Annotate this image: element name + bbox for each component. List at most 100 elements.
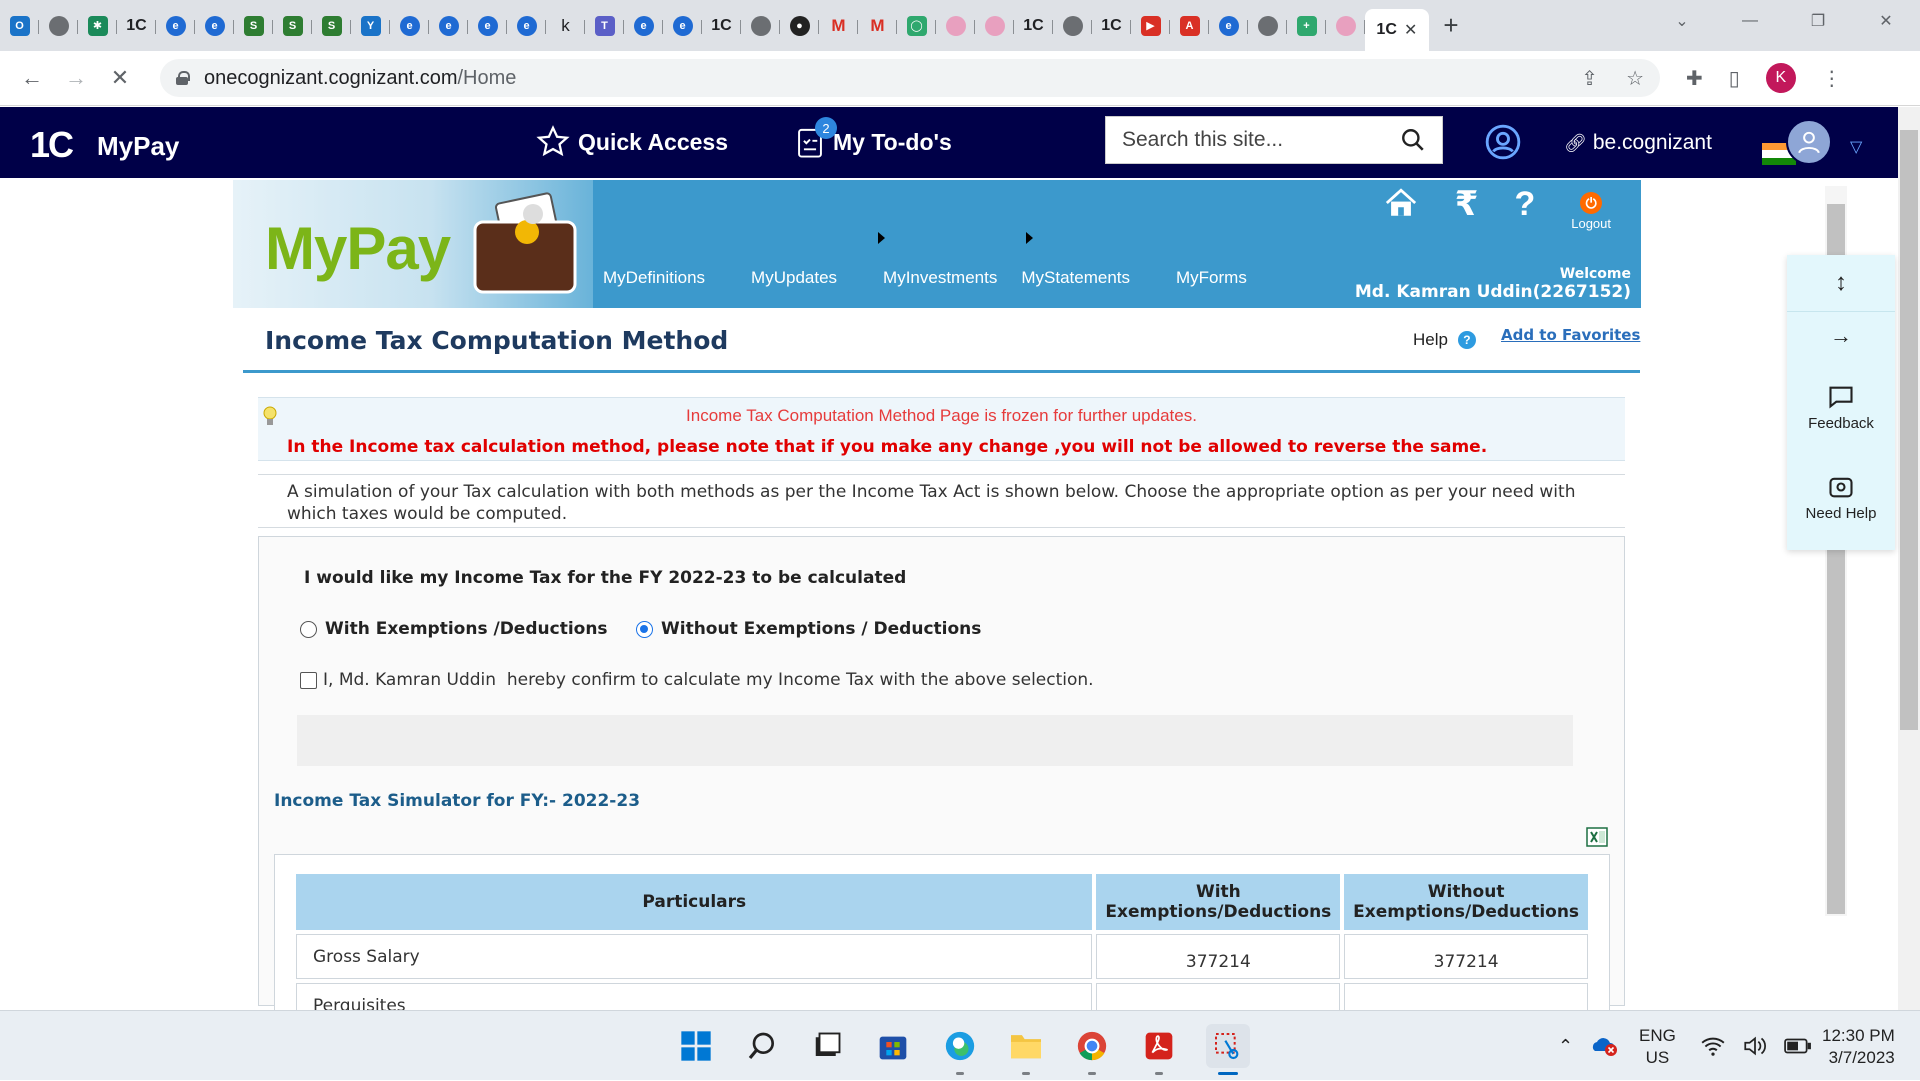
tab[interactable]	[975, 9, 1014, 43]
tab[interactable]: e	[156, 9, 195, 43]
tab[interactable]: e	[468, 9, 507, 43]
tab[interactable]: e	[507, 9, 546, 43]
radio-with-exemptions[interactable]	[300, 620, 317, 638]
search-icon[interactable]	[743, 1027, 781, 1065]
profile-avatar[interactable]: K	[1765, 63, 1796, 93]
onedrive-error-icon[interactable]	[1591, 1035, 1619, 1057]
side-panel-icon[interactable]: ▯	[1729, 66, 1740, 91]
tab[interactable]: Y	[351, 9, 390, 43]
tab[interactable]	[1248, 9, 1287, 43]
file-explorer-icon[interactable]	[1007, 1027, 1045, 1075]
home-icon[interactable]	[1383, 186, 1419, 220]
resize-vertical-icon[interactable]: ↕	[1787, 269, 1895, 297]
rupee-icon[interactable]: ₹	[1455, 186, 1479, 222]
tab[interactable]: A	[1170, 9, 1209, 43]
add-to-favorites-link[interactable]: Add to Favorites	[1501, 326, 1640, 344]
tab[interactable]: M	[819, 9, 858, 43]
menu-my-updates[interactable]: MyUpdates	[751, 268, 837, 288]
active-tab[interactable]: 1C ✕	[1365, 9, 1429, 51]
tab[interactable]: +	[1287, 9, 1326, 43]
tab[interactable]: e	[1209, 9, 1248, 43]
todo-button[interactable]: 2 My To-do's	[795, 117, 952, 159]
lock-icon[interactable]	[176, 71, 190, 85]
bookmark-star-icon[interactable]: ☆	[1626, 66, 1644, 91]
tab[interactable]: e	[195, 9, 234, 43]
tab[interactable]: ▶	[1131, 9, 1170, 43]
user-search-icon[interactable]	[1484, 123, 1522, 161]
tab[interactable]: 1C	[117, 9, 156, 43]
tab[interactable]	[936, 9, 975, 43]
menu-kebab-icon[interactable]: ⋮	[1822, 66, 1842, 91]
volume-icon[interactable]	[1742, 1035, 1768, 1057]
chrome-icon[interactable]	[1073, 1027, 1111, 1075]
windows-start-icon[interactable]	[677, 1027, 715, 1065]
site-search-input[interactable]	[1122, 128, 1392, 152]
feedback-button[interactable]: Feedback	[1787, 383, 1895, 432]
close-window-icon[interactable]: ✕	[1852, 11, 1920, 31]
battery-icon[interactable]	[1784, 1037, 1812, 1055]
radio-without-exemptions[interactable]	[636, 620, 653, 638]
search-icon[interactable]	[1400, 127, 1426, 153]
need-help-button[interactable]: Need Help	[1787, 473, 1895, 522]
restore-icon[interactable]: ❐	[1784, 11, 1852, 31]
help-link[interactable]: Help ?	[1413, 330, 1476, 350]
help-question-icon[interactable]: ?	[1514, 186, 1535, 222]
stop-loading-icon[interactable]: ✕	[98, 65, 142, 91]
menu-my-statements[interactable]: MyStatements	[1021, 268, 1130, 288]
tab[interactable]: S	[273, 9, 312, 43]
tab-search-icon[interactable]: ⌄	[1648, 11, 1716, 31]
minimize-icon[interactable]: —	[1716, 12, 1784, 30]
page-scrollbar-thumb[interactable]	[1900, 130, 1918, 730]
confirm-checkbox[interactable]	[300, 671, 317, 689]
menu-my-forms[interactable]: MyForms	[1176, 268, 1247, 288]
tab[interactable]: k	[546, 9, 585, 43]
tab[interactable]: S	[234, 9, 273, 43]
tab[interactable]: e	[663, 9, 702, 43]
tab[interactable]	[1326, 9, 1365, 43]
tab[interactable]: O	[0, 9, 39, 43]
menu-my-investments[interactable]: MyInvestments	[883, 268, 997, 288]
onecognizant-logo[interactable]: 1C	[30, 124, 74, 166]
tab[interactable]: e	[624, 9, 663, 43]
chevron-up-icon[interactable]: ⌃	[1558, 1036, 1573, 1057]
task-view-icon[interactable]	[808, 1027, 846, 1065]
tab[interactable]: M	[858, 9, 897, 43]
language-indicator[interactable]: ENG US	[1639, 1025, 1676, 1069]
microsoft-store-icon[interactable]	[874, 1027, 912, 1065]
extensions-icon[interactable]: ✚	[1686, 66, 1703, 91]
tab[interactable]: e	[429, 9, 468, 43]
tab[interactable]: ●	[780, 9, 819, 43]
option-without-exemptions[interactable]: Without Exemptions / Deductions	[636, 619, 981, 639]
tab[interactable]: S	[312, 9, 351, 43]
system-clock[interactable]: 12:30 PM 3/7/2023	[1822, 1025, 1895, 1069]
tab[interactable]: 1C	[1092, 9, 1131, 43]
menu-my-definitions[interactable]: MyDefinitions	[603, 268, 705, 288]
share-icon[interactable]: ⇪	[1581, 66, 1598, 91]
tab[interactable]	[1053, 9, 1092, 43]
new-tab-button[interactable]: +	[1429, 10, 1473, 41]
close-tab-icon[interactable]: ✕	[1404, 20, 1417, 40]
tab[interactable]: ◯	[897, 9, 936, 43]
chevron-down-icon[interactable]: ▽	[1850, 137, 1862, 157]
tab[interactable]: 1C	[1014, 9, 1053, 43]
option-with-exemptions[interactable]: With Exemptions /Deductions	[300, 619, 608, 639]
tab[interactable]	[741, 9, 780, 43]
back-icon[interactable]: ←	[10, 65, 54, 91]
edge-browser-icon[interactable]	[941, 1027, 979, 1075]
tab[interactable]: T	[585, 9, 624, 43]
excel-export-icon[interactable]	[1585, 825, 1609, 849]
logout-button[interactable]: ⏻ Logout	[1571, 186, 1611, 231]
tab[interactable]: e	[390, 9, 429, 43]
forward-icon[interactable]: →	[54, 65, 98, 91]
tab[interactable]: ✱	[78, 9, 117, 43]
snipping-tool-icon[interactable]	[1206, 1024, 1250, 1075]
arrow-right-icon[interactable]: →	[1787, 323, 1895, 349]
acrobat-icon[interactable]	[1140, 1027, 1178, 1075]
address-bar[interactable]: onecognizant.cognizant.com/Home ⇪ ☆	[160, 59, 1660, 97]
tab[interactable]	[39, 9, 78, 43]
quick-access-button[interactable]: Quick Access	[536, 125, 728, 159]
user-avatar[interactable]	[1786, 119, 1832, 165]
wifi-icon[interactable]	[1700, 1035, 1726, 1057]
be-cognizant-link[interactable]: 🔗︎ be.cognizant	[1564, 131, 1712, 155]
tab[interactable]: 1C	[702, 9, 741, 43]
